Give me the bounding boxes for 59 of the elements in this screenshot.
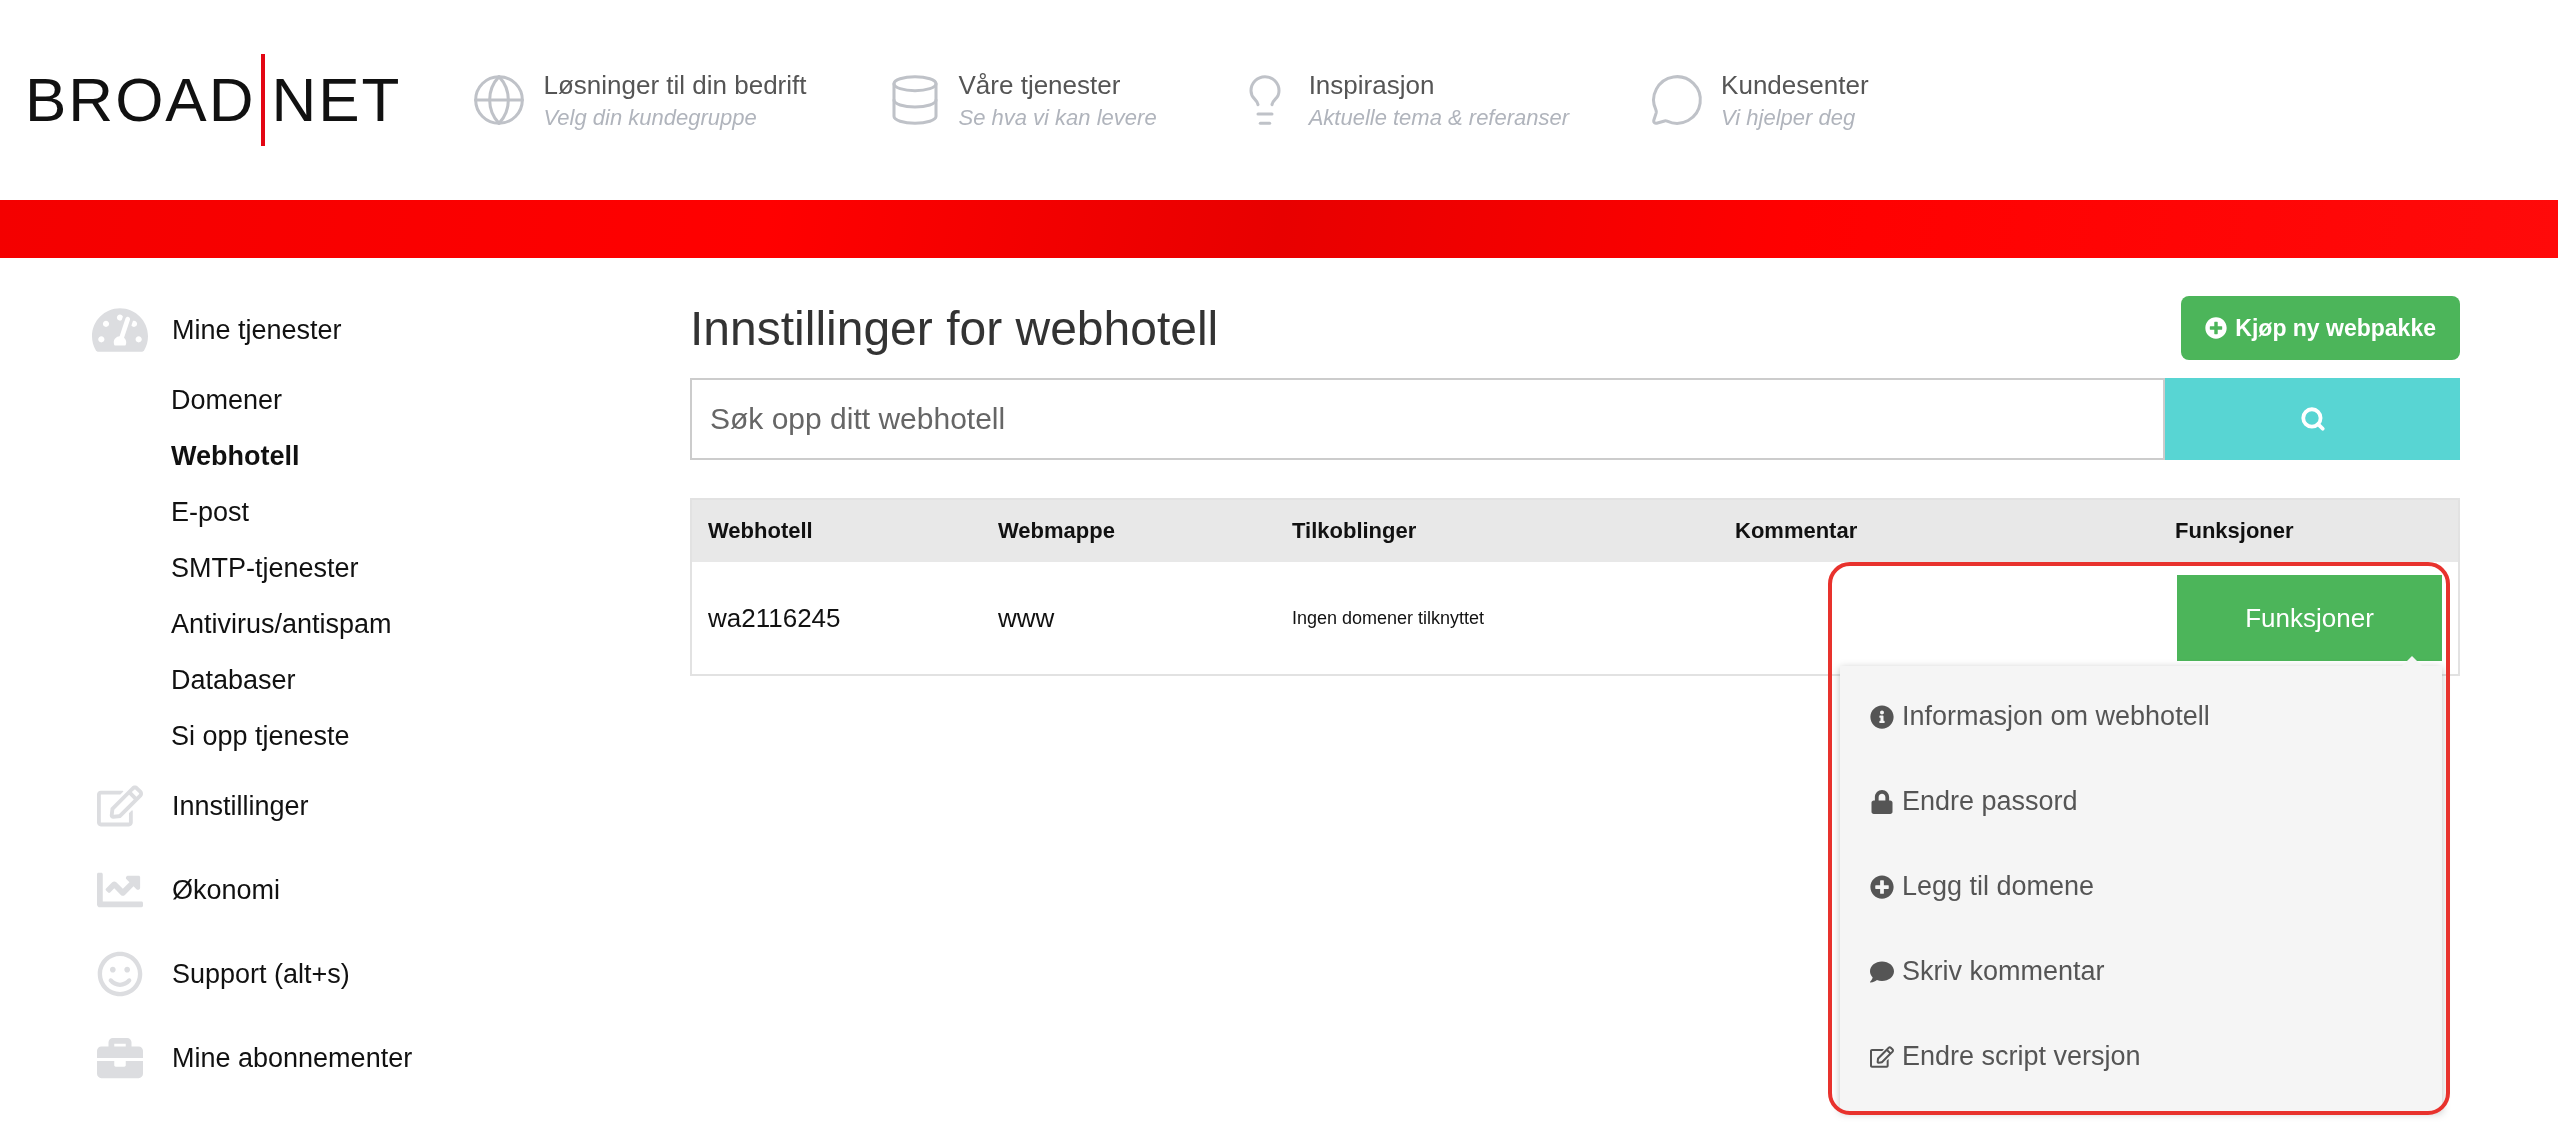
menu-label: Legg til domene (1902, 871, 2095, 902)
nav-subtitle: Se hva vi kan levere (958, 104, 1157, 131)
sidebar-subitem[interactable]: SMTP-tjenester (90, 540, 690, 596)
nav-subtitle: Aktuelle tema & referanser (1308, 104, 1570, 131)
search-icon (2299, 406, 2326, 432)
menu-label: Skriv kommentar (1902, 956, 2105, 987)
sidebar-item[interactable]: Mine tjenester (90, 288, 690, 372)
sidebar-label: Mine tjenester (172, 314, 342, 346)
nav-title: Inspirasjon (1308, 69, 1436, 101)
table-cell-text: Ingen domener tilknyttet (1291, 606, 1486, 630)
sidebar-item[interactable]: Mine abonnementer (90, 1016, 690, 1100)
lock-icon (1870, 789, 1894, 814)
nav-link[interactable]: Inspirasjon Aktuelle tema & referanser (1236, 69, 1570, 131)
sidebar-item[interactable]: Support (alt+s) (90, 932, 690, 1016)
sidebar-subitem[interactable]: Domener (90, 372, 690, 428)
info-icon (1870, 704, 1894, 729)
sidebar-subitem[interactable]: E-post (90, 484, 690, 540)
search-field[interactable]: Søk opp ditt webhotell (690, 378, 2165, 460)
search-button[interactable] (2165, 378, 2460, 460)
column-header: Webhotell (692, 500, 982, 562)
sidebar-item[interactable]: Innstillinger (90, 764, 690, 848)
column-header: Funksjoner (2159, 500, 2458, 562)
table-cell-text: www (997, 601, 1056, 635)
nav-link[interactable]: Våre tjenester Se hva vi kan levere (886, 69, 1157, 131)
menu-item[interactable]: Endre passord (1840, 759, 2442, 844)
briefcase-icon (97, 1035, 143, 1081)
menu-label: Endre script versjon (1902, 1041, 2141, 1072)
smiley-icon (97, 951, 143, 997)
edit-icon (1870, 1044, 1894, 1069)
menu-item[interactable]: Endre script versjon (1840, 1014, 2442, 1099)
nav-link[interactable]: Kundesenter Vi hjelper deg (1649, 69, 1869, 131)
nav-subtitle: Velg din kundegruppe (543, 104, 758, 131)
page-title: Innstillinger for webhotell (690, 300, 1219, 356)
sidebar-subitem[interactable]: Antivirus/antispam (90, 596, 690, 652)
menu-item[interactable]: Skriv kommentar (1840, 929, 2442, 1014)
nav-subtitle: Vi hjelper deg (1721, 104, 1857, 131)
column-header: Kommentar (1719, 500, 2159, 562)
edit-icon (97, 783, 143, 829)
sidebar-label: Økonomi (172, 874, 281, 906)
sidebar-label: Mine abonnementer (172, 1042, 413, 1074)
menu-item[interactable]: Legg til domene (1840, 844, 2442, 929)
nav-title: Våre tjenester (958, 69, 1122, 101)
column-header: Webmappe (982, 500, 1276, 562)
table-cell-text: wa2116245 (707, 601, 842, 635)
sidebar-label: Support (alt+s) (172, 958, 350, 990)
nav-title: Kundesenter (1721, 69, 1869, 101)
comment-icon (1870, 959, 1894, 984)
sidebar-subitem[interactable]: Webhotell (90, 428, 690, 484)
sidebar-subitem[interactable]: Si opp tjeneste (90, 708, 690, 764)
column-header: Tilkoblinger (1276, 500, 1719, 562)
sidebar-subitem[interactable]: Databaser (90, 652, 690, 708)
sidebar-item[interactable]: Økonomi (90, 848, 690, 932)
menu-label: Informasjon om webhotell (1902, 701, 2210, 732)
menu-label: Endre passord (1902, 786, 2078, 817)
logo[interactable]: BROAD NET (25, 54, 402, 146)
menu-item[interactable]: Informasjon om webhotell (1840, 674, 2442, 759)
nav-title: Løsninger til din bedrift (543, 69, 807, 101)
nav-link[interactable]: Løsninger til din bedrift Velg din kundegruppe (471, 69, 807, 131)
sidebar-label: Innstillinger (172, 790, 309, 822)
